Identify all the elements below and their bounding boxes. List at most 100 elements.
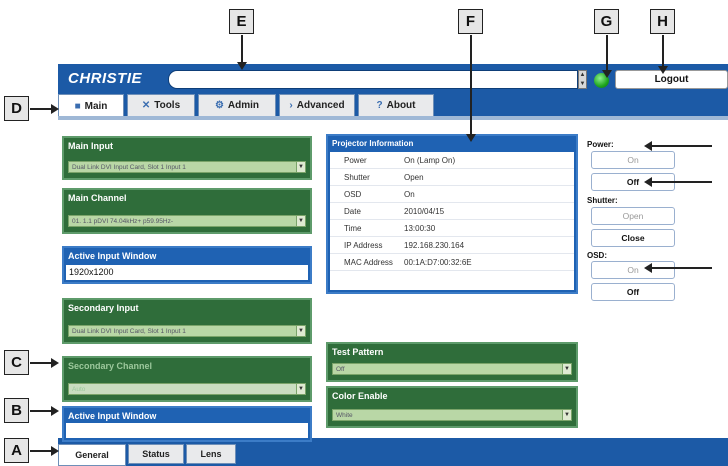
callout-k-arrowhead: [644, 263, 652, 273]
secondary-channel-panel: Secondary Channel Auto ▼: [62, 356, 312, 402]
secondary-input-panel: Secondary Input Dual Link DVI Input Card…: [62, 298, 312, 344]
chevron-down-icon: ▼: [296, 216, 305, 226]
tab-admin-label: Admin: [227, 100, 260, 111]
main-channel-select[interactable]: 01. 1.1 pDVI 74.04kHz+ p59.95Hz- ▼: [68, 215, 306, 227]
info-key: Date: [344, 206, 361, 216]
shutter-label: Shutter:: [587, 196, 618, 205]
callout-j-arrow: [650, 181, 712, 183]
active-input-window-2-value: [66, 423, 308, 438]
active-input-window-value: 1920x1200: [66, 265, 308, 280]
bottom-tabs: General Status Lens: [58, 444, 238, 466]
chevron-down-icon: ▼: [296, 326, 305, 336]
info-value: 13:00:30: [404, 223, 436, 233]
info-key: OSD: [344, 189, 362, 199]
test-pattern-panel: Test Pattern Off ▼: [326, 342, 578, 382]
chevron-down-icon: ▼: [562, 410, 571, 420]
color-enable-panel: Color Enable White ▼: [326, 386, 578, 428]
callout-g: G: [594, 9, 619, 34]
main-input-value: Dual Link DVI Input Card, Slot 1 Input 1: [72, 164, 186, 171]
callout-c-arrow: [30, 362, 52, 364]
title-field[interactable]: [168, 70, 578, 89]
active-input-window-panel: Active Input Window 1920x1200: [62, 246, 312, 284]
projector-information-table: Power On (Lamp On) Shutter Open OSD On Date…: [330, 152, 574, 290]
secondary-channel-select[interactable]: Auto ▼: [68, 383, 306, 395]
info-key: Power: [344, 155, 367, 165]
callout-h-arrow: [662, 35, 664, 68]
info-value: 2010/04/15: [404, 206, 445, 216]
power-on-button[interactable]: On: [591, 151, 675, 169]
tab-tools-label: Tools: [154, 100, 181, 111]
active-input-window-2-panel: Active Input Window: [62, 406, 312, 442]
callout-i-arrowhead: [644, 141, 652, 151]
callout-b: B: [4, 398, 29, 423]
callout-d-arrow: [30, 108, 52, 110]
callout-h-arrowhead: [658, 66, 668, 74]
callout-a: A: [4, 438, 29, 463]
callout-j-arrowhead: [644, 177, 652, 187]
main-tabs: ■ Main ✕ Tools ⚙ Admin › Advanced ? Abou…: [58, 94, 437, 118]
tab-admin[interactable]: ⚙ Admin: [198, 94, 276, 116]
callout-e-arrow: [241, 35, 243, 64]
callout-b-arrow: [30, 410, 52, 412]
callout-k-arrow: [650, 267, 712, 269]
projector-information-title: Projector Information: [332, 139, 414, 148]
main-icon: ■: [74, 101, 81, 112]
osd-off-button[interactable]: Off: [591, 283, 675, 301]
secondary-channel-value: Auto: [72, 386, 86, 393]
top-bar: CHRISTIE ▲ ▼ Logout: [58, 64, 728, 94]
info-key: IP Address: [344, 240, 383, 250]
main-input-select[interactable]: Dual Link DVI Input Card, Slot 1 Input 1…: [68, 161, 306, 173]
admin-icon: ⚙: [214, 100, 224, 111]
shutter-open-button[interactable]: Open: [591, 207, 675, 225]
callout-g-arrowhead: [602, 70, 612, 78]
callout-i-arrow: [650, 145, 712, 147]
callout-d: D: [4, 96, 29, 121]
tab-about-label: About: [386, 100, 416, 111]
info-key: Time: [344, 223, 362, 233]
info-value: On: [404, 189, 415, 199]
osd-on-button[interactable]: On: [591, 261, 675, 279]
tab-about[interactable]: ? About: [358, 94, 434, 116]
info-value: Open: [404, 172, 424, 182]
info-row-osd: OSD On: [330, 186, 574, 203]
main-channel-panel: Main Channel 01. 1.1 pDVI 74.04kHz+ p59.…: [62, 188, 312, 234]
shutter-close-button[interactable]: Close: [591, 229, 675, 247]
secondary-input-select[interactable]: Dual Link DVI Input Card, Slot 1 Input 1…: [68, 325, 306, 337]
callout-c: C: [4, 350, 29, 375]
tab-main[interactable]: ■ Main: [58, 94, 124, 118]
chevron-down-icon: ▼: [562, 364, 571, 374]
color-enable-value: White: [336, 412, 353, 419]
callout-f-arrow: [470, 35, 472, 136]
color-enable-select[interactable]: White ▼: [332, 409, 572, 421]
advanced-icon: ›: [289, 100, 293, 111]
spinner-arrows-icon[interactable]: ▲ ▼: [578, 70, 587, 89]
callout-h: H: [650, 9, 675, 34]
logout-button[interactable]: Logout: [615, 70, 728, 89]
main-content: Main Input Dual Link DVI Input Card, Slo…: [58, 116, 728, 442]
main-input-title: Main Input: [68, 141, 113, 151]
tab-advanced[interactable]: › Advanced: [279, 94, 355, 116]
tab-general[interactable]: General: [58, 444, 126, 466]
callout-g-arrow: [606, 35, 608, 72]
secondary-channel-title: Secondary Channel: [68, 361, 153, 371]
stage: E F G H D C B A I J K CHRISTIE ▲▼ Logout…: [0, 0, 728, 466]
callout-f-arrowhead: [466, 134, 476, 142]
info-key: MAC Address: [344, 257, 393, 267]
tab-lens[interactable]: Lens: [186, 444, 236, 464]
tab-tools[interactable]: ✕ Tools: [127, 94, 195, 116]
tools-icon: ✕: [141, 100, 151, 111]
main-channel-title: Main Channel: [68, 193, 127, 203]
info-value: 192.168.230.164: [404, 240, 465, 250]
secondary-input-value: Dual Link DVI Input Card, Slot 1 Input 1: [72, 328, 186, 335]
active-input-window-2-title: Active Input Window: [68, 411, 157, 421]
about-icon: ?: [376, 100, 383, 111]
info-row-time: Time 13:00:30: [330, 220, 574, 237]
callout-e: E: [229, 9, 254, 34]
callout-e-arrowhead: [237, 62, 247, 70]
tab-main-label: Main: [84, 101, 108, 112]
callout-a-arrow: [30, 450, 52, 452]
test-pattern-select[interactable]: Off ▼: [332, 363, 572, 375]
callout-b-arrowhead: [51, 406, 59, 416]
tab-status[interactable]: Status: [128, 444, 184, 464]
christie-logo: CHRISTIE: [68, 70, 143, 87]
